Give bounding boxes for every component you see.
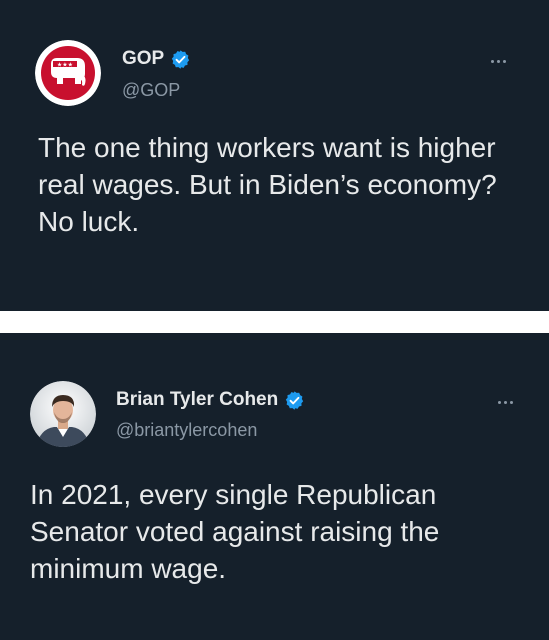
verified-badge-icon (286, 390, 304, 410)
author-name-row[interactable]: GOP (122, 48, 191, 70)
tweet-text: The one thing workers want is higher rea… (38, 132, 497, 237)
tweet-text: In 2021, every single Republican Senator… (30, 479, 440, 584)
profile-photo (30, 381, 96, 447)
display-name[interactable]: Brian Tyler Cohen (116, 389, 278, 411)
handle[interactable]: @GOP (122, 80, 180, 101)
display-name[interactable]: GOP (122, 48, 164, 70)
gop-avatar[interactable]: ★★★ (35, 40, 101, 106)
more-options-icon[interactable] (491, 60, 506, 63)
republican-elephant-logo-icon: ★★★ (35, 40, 101, 106)
verified-badge-icon (172, 49, 190, 69)
more-options-icon[interactable] (498, 401, 513, 404)
brian-tyler-cohen-avatar[interactable] (30, 381, 96, 447)
author-name-row[interactable]: Brian Tyler Cohen (116, 389, 305, 411)
handle[interactable]: @briantylercohen (116, 420, 257, 441)
svg-text:★★★: ★★★ (57, 62, 73, 69)
